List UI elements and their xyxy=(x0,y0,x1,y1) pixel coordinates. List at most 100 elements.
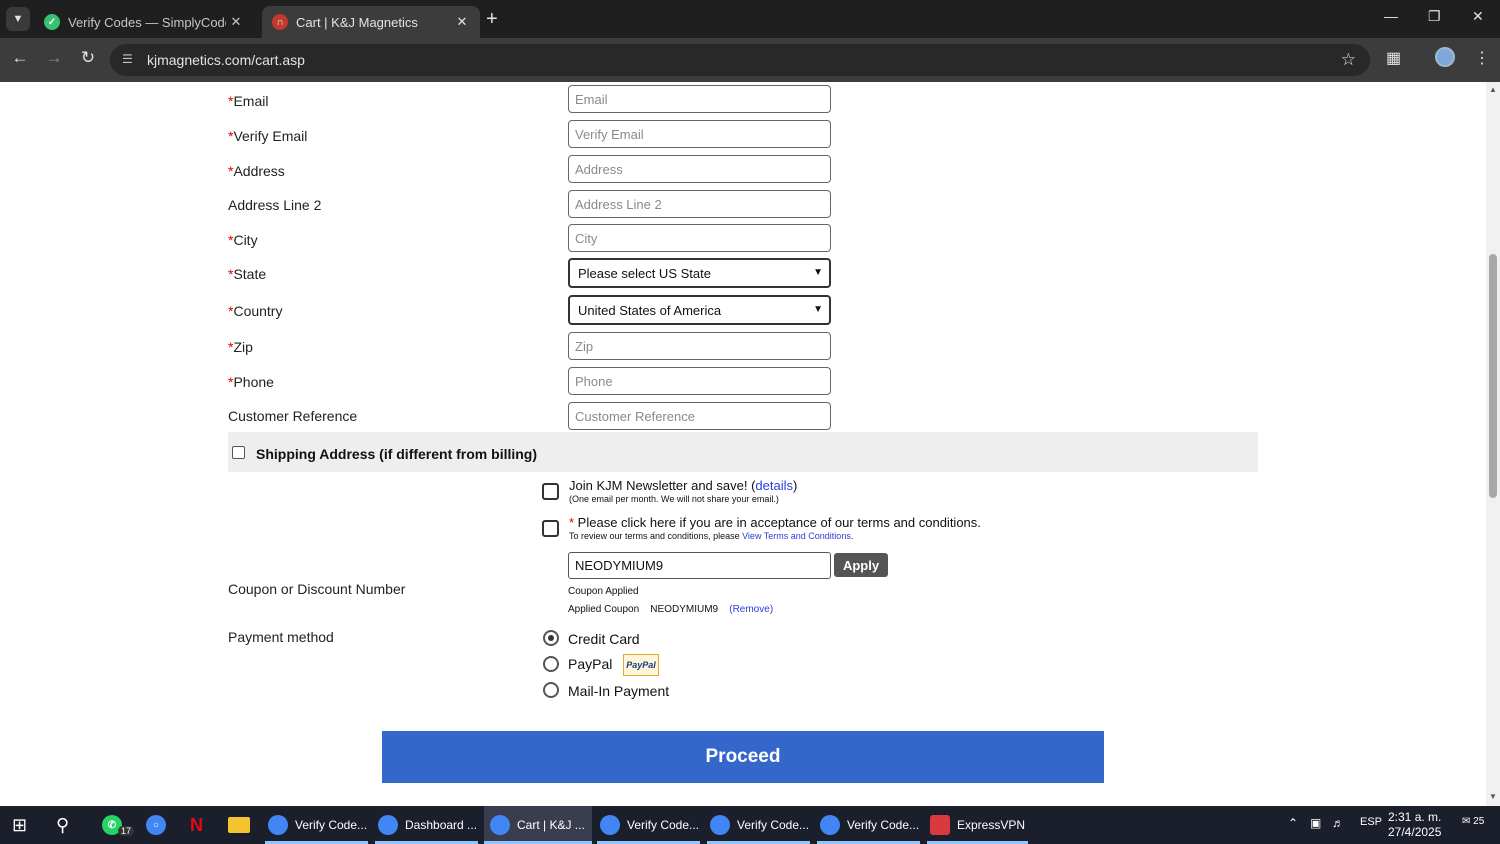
phone-field[interactable] xyxy=(568,367,831,395)
show-hidden-icons-icon[interactable]: ⌃ xyxy=(1288,816,1298,830)
notification-center-icon[interactable]: ✉ 25 xyxy=(1462,816,1488,834)
taskbar-window-verify-1[interactable]: Verify Code... xyxy=(265,806,368,844)
close-icon[interactable]: ✕ xyxy=(226,14,246,30)
kebab-menu-icon[interactable]: ⋮ xyxy=(1474,48,1490,68)
taskbar-window-label: Verify Code... xyxy=(627,818,700,832)
paypal-label[interactable]: PayPal xyxy=(568,656,612,672)
mail-in-payment-label[interactable]: Mail-In Payment xyxy=(568,683,669,699)
credit-card-radio[interactable] xyxy=(543,630,559,646)
taskbar-window-label: Verify Code... xyxy=(295,818,368,832)
scroll-up-icon[interactable]: ▲ xyxy=(1489,85,1497,94)
tab-simplycodes[interactable]: ✓ Verify Codes — SimplyCodes ✕ xyxy=(34,6,254,38)
search-icon[interactable]: ⚲ xyxy=(56,806,69,844)
email-row: *Email xyxy=(0,85,1486,119)
restore-icon[interactable]: ❐ xyxy=(1428,8,1441,25)
newsletter-subtext: (One email per month. We will not share … xyxy=(569,494,779,504)
coupon-input[interactable]: NEODYMIUM9 xyxy=(568,552,831,579)
url-text[interactable]: kjmagnetics.com/cart.asp xyxy=(147,52,305,68)
address-bar[interactable]: ☰ kjmagnetics.com/cart.asp ☆ xyxy=(110,44,1370,76)
taskbar-window-label: Verify Code... xyxy=(847,818,920,832)
extensions-icon[interactable]: ▦ xyxy=(1386,48,1401,68)
taskbar-window-verify-3[interactable]: Verify Code... xyxy=(707,806,810,844)
page-scrollbar[interactable]: ▲ ▼ xyxy=(1486,82,1500,806)
site-info-icon[interactable]: ☰ xyxy=(122,52,133,66)
view-terms-link[interactable]: View Terms and Conditions xyxy=(742,531,851,541)
newsletter-text: Join KJM Newsletter and save! (details) xyxy=(569,478,798,493)
shipping-address-label: Shipping Address (if different from bill… xyxy=(256,446,538,462)
country-select-value: United States of America xyxy=(578,302,722,318)
tab-search-icon[interactable]: ▼ xyxy=(6,7,30,31)
chrome-icon: ○ xyxy=(146,815,166,835)
state-select[interactable]: Please select US State ▼ xyxy=(568,258,831,288)
coupon-applied-text: Coupon Applied xyxy=(568,586,639,597)
credit-card-label[interactable]: Credit Card xyxy=(568,631,640,647)
shipping-address-checkbox[interactable] xyxy=(232,446,245,459)
whatsapp-taskbar-button[interactable]: ✆ 17 xyxy=(102,806,135,844)
tab-strip: ▼ ✓ Verify Codes — SimplyCodes ✕ ∩ Cart … xyxy=(0,0,1500,38)
mail-in-payment-radio[interactable] xyxy=(543,682,559,698)
verify-email-field[interactable] xyxy=(568,120,831,148)
taskbar-window-dashboard[interactable]: Dashboard ... xyxy=(375,806,478,844)
newsletter-details-link[interactable]: details xyxy=(755,478,793,493)
zip-field[interactable] xyxy=(568,332,831,360)
taskbar-window-label: ExpressVPN xyxy=(957,818,1026,832)
network-icon[interactable]: ▣ xyxy=(1310,816,1321,830)
verify-email-label: *Verify Email xyxy=(228,128,308,144)
city-field[interactable] xyxy=(568,224,831,252)
state-label: *State xyxy=(228,266,267,282)
expressvpn-icon xyxy=(930,815,950,835)
chrome-taskbar-button[interactable]: ○ xyxy=(146,806,173,844)
windows-start-icon[interactable]: ⊞ xyxy=(12,806,27,844)
volume-icon[interactable]: ♬ xyxy=(1332,816,1344,830)
forward-icon[interactable]: → xyxy=(42,48,66,68)
chrome-icon xyxy=(490,815,510,835)
address-line-2-field[interactable] xyxy=(568,190,831,218)
proceed-button[interactable]: Proceed xyxy=(382,731,1104,783)
tab-title: Cart | K&J Magnetics xyxy=(296,14,418,30)
windows-taskbar: ⊞ ⚲ ✆ 17 ○ N Verify Code... Dashboard ..… xyxy=(0,806,1500,844)
apply-coupon-button[interactable]: Apply xyxy=(834,553,888,577)
terms-checkbox[interactable] xyxy=(542,520,559,537)
file-explorer-taskbar-button[interactable] xyxy=(228,806,250,844)
close-icon[interactable]: ✕ xyxy=(452,14,472,30)
chevron-down-icon: ▼ xyxy=(813,304,823,315)
system-clock[interactable]: 2:31 a. m. 27/4/2025 xyxy=(1388,810,1441,840)
netflix-taskbar-button[interactable]: N xyxy=(190,806,203,844)
phone-label: *Phone xyxy=(228,374,274,390)
profile-avatar-icon[interactable] xyxy=(1435,47,1455,67)
address-line-2-row: Address Line 2 xyxy=(0,190,1486,224)
newsletter-checkbox[interactable] xyxy=(542,483,559,500)
new-tab-icon[interactable]: + xyxy=(486,8,498,31)
window-close-icon[interactable]: ✕ xyxy=(1472,8,1484,25)
scroll-thumb[interactable] xyxy=(1489,254,1497,498)
language-indicator[interactable]: ESP xyxy=(1360,816,1382,828)
minimize-icon[interactable]: — xyxy=(1384,8,1398,24)
paypal-radio[interactable] xyxy=(543,656,559,672)
terms-subtext: To review our terms and conditions, plea… xyxy=(569,531,854,541)
notification-count: 25 xyxy=(1473,816,1485,827)
bookmark-star-icon[interactable]: ☆ xyxy=(1341,50,1356,70)
taskbar-window-cart[interactable]: Cart | K&J ... xyxy=(484,806,592,844)
city-label: *City xyxy=(228,232,258,248)
taskbar-window-verify-2[interactable]: Verify Code... xyxy=(597,806,700,844)
customer-reference-field[interactable] xyxy=(568,402,831,430)
clock-date: 27/4/2025 xyxy=(1388,825,1442,839)
address-line-2-label: Address Line 2 xyxy=(228,197,322,213)
tab-cart[interactable]: ∩ Cart | K&J Magnetics ✕ xyxy=(262,6,480,38)
simplycodes-favicon-icon: ✓ xyxy=(44,14,60,30)
taskbar-window-expressvpn[interactable]: ExpressVPN xyxy=(927,806,1028,844)
country-select[interactable]: United States of America ▼ xyxy=(568,295,831,325)
remove-coupon-link[interactable]: Remove xyxy=(733,604,770,615)
zip-label: *Zip xyxy=(228,339,253,355)
cart-page: *Email *Verify Email *Address Address Li… xyxy=(0,82,1486,806)
taskbar-window-verify-4[interactable]: Verify Code... xyxy=(817,806,920,844)
back-icon[interactable]: ← xyxy=(8,48,32,68)
reload-icon[interactable]: ↻ xyxy=(76,48,100,68)
email-field[interactable] xyxy=(568,85,831,113)
address-field[interactable] xyxy=(568,155,831,183)
chrome-icon xyxy=(820,815,840,835)
scroll-down-icon[interactable]: ▼ xyxy=(1489,792,1497,801)
phone-row: *Phone xyxy=(0,367,1486,401)
tab-title: Verify Codes — SimplyCodes xyxy=(68,14,226,30)
chrome-icon xyxy=(378,815,398,835)
